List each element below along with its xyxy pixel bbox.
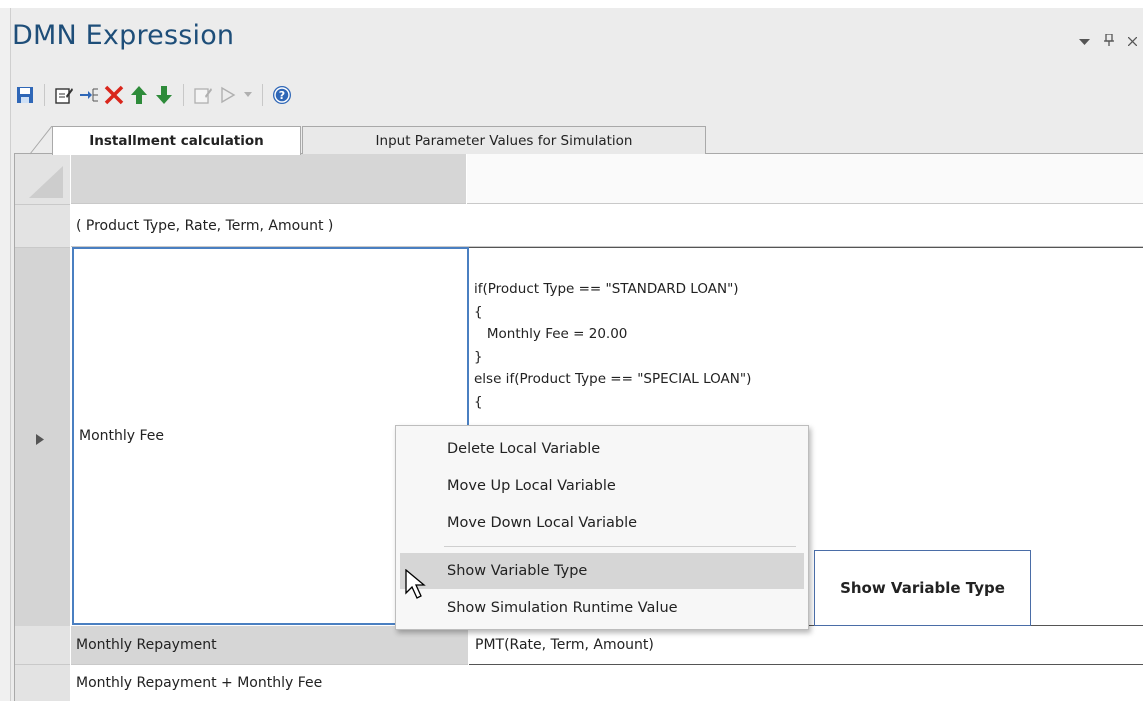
pin-icon[interactable] (1104, 33, 1114, 50)
run-dropdown-icon[interactable] (242, 84, 254, 106)
tooltip: Show Variable Type (814, 550, 1031, 626)
expression-line: { (474, 303, 483, 320)
expression-line: if(Product Type == "STANDARD LOAN") (474, 281, 739, 297)
expression-line: { (474, 393, 483, 410)
expression-line: Monthly Fee = 20.00 (474, 326, 628, 342)
add-variable-icon[interactable] (78, 84, 100, 106)
row-divider (469, 247, 1143, 248)
expression-cell[interactable]: if(Product Type == "STANDARD LOAN") { Mon… (474, 278, 751, 413)
run-icon[interactable] (217, 84, 239, 106)
grid-header-name-column[interactable] (71, 154, 466, 204)
expression-cell[interactable]: PMT(Rate, Term, Amount) (469, 626, 1143, 664)
menu-separator (444, 546, 796, 547)
parameters-cell[interactable]: ( Product Type, Rate, Term, Amount ) (71, 205, 1143, 247)
row-header[interactable] (15, 665, 70, 701)
tab-installment-calculation[interactable]: Installment calculation (52, 126, 301, 155)
expression-line: } (474, 348, 483, 365)
help-icon[interactable]: ? (271, 84, 293, 106)
move-up-icon[interactable] (128, 84, 150, 106)
panel-title: DMN Expression (12, 20, 235, 51)
validate-icon[interactable] (192, 84, 214, 106)
menu-item-show-variable-type[interactable]: Show Variable Type (400, 553, 804, 589)
edit-icon[interactable] (53, 84, 75, 106)
svg-text:?: ? (279, 89, 285, 102)
row-header[interactable] (15, 626, 70, 665)
row-header[interactable] (15, 205, 70, 248)
result-cell[interactable]: Monthly Repayment + Monthly Fee (71, 665, 1143, 701)
toolbar-separator (44, 84, 45, 106)
app-window: DMN Expression ? Installment calculation… (0, 0, 1143, 701)
tab-input-parameter-values[interactable]: Input Parameter Values for Simulation (302, 126, 706, 154)
context-menu: Delete Local Variable Move Up Local Vari… (395, 425, 809, 630)
row-pointer-icon (36, 434, 44, 445)
top-strip (0, 0, 1143, 8)
menu-item-show-simulation-runtime-value[interactable]: Show Simulation Runtime Value (400, 590, 804, 626)
toolbar-separator (262, 84, 263, 106)
delete-icon[interactable] (103, 84, 125, 106)
menu-item-move-down-local-variable[interactable]: Move Down Local Variable (400, 505, 804, 541)
menu-item-delete-local-variable[interactable]: Delete Local Variable (400, 431, 804, 467)
variable-name-cell[interactable]: Monthly Repayment (71, 626, 468, 664)
mouse-cursor-icon (405, 569, 426, 599)
menu-item-move-up-local-variable[interactable]: Move Up Local Variable (400, 468, 804, 504)
tab-strip: Installment calculation Input Parameter … (14, 122, 1143, 155)
window-controls (1079, 33, 1138, 50)
close-icon[interactable] (1127, 35, 1138, 50)
move-down-icon[interactable] (153, 84, 175, 106)
tab-slant (30, 126, 53, 155)
grid-header-expression-column[interactable] (467, 154, 1143, 204)
toolbar-separator (183, 84, 184, 106)
expression-line: else if(Product Type == "SPECIAL LOAN") (474, 371, 752, 387)
chevron-down-icon[interactable] (1079, 35, 1090, 50)
toolbar: ? (14, 80, 293, 110)
row-header-selected[interactable] (15, 248, 70, 627)
save-icon[interactable] (14, 84, 36, 106)
grid-corner (15, 154, 70, 205)
